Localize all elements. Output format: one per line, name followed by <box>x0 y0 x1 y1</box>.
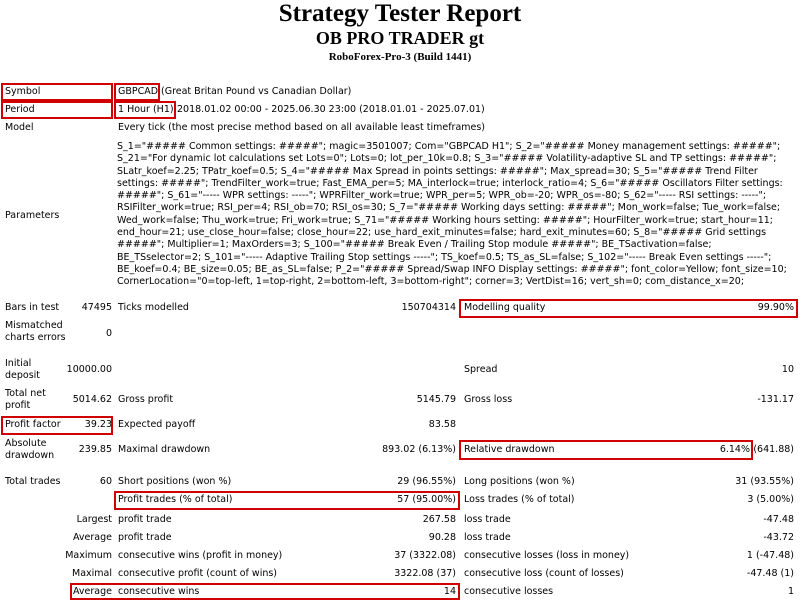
report-title: Strategy Tester Report <box>278 0 522 27</box>
max-consecutive-losses-value: 1 (-47.48) <box>746 550 794 561</box>
average-loss-trade-label: loss trade <box>464 532 511 543</box>
total-trades-label: Total trades <box>5 476 61 487</box>
loss-trades-value: 3 (5.00%) <box>747 494 794 505</box>
maximal-consecutive-profit-label: consecutive profit (count of wins) <box>118 568 278 579</box>
model-label: Model <box>5 122 34 133</box>
gross-profit-value: 5145.79 <box>416 394 456 405</box>
maximal-label: Maximal <box>72 568 112 579</box>
highlight-average-consecutive-wins <box>70 583 460 600</box>
gross-loss-label: Gross loss <box>464 394 513 405</box>
relative-drawdown-money: (641.88) <box>753 444 794 455</box>
parameters-value: S_1="##### Common settings: #####"; magi… <box>117 141 787 288</box>
bars-label: Bars in test <box>5 302 60 313</box>
maximal-consecutive-loss-label: consecutive loss (count of losses) <box>464 568 624 579</box>
maximum-label: Maximum <box>65 550 112 561</box>
average-profit-trade-label: profit trade <box>118 532 172 543</box>
largest-loss-trade-value: -47.48 <box>763 514 794 525</box>
mismatch-value: 0 <box>105 328 112 339</box>
max-consecutive-wins-value: 37 (3322.08) <box>394 550 456 561</box>
ticks-label: Ticks modelled <box>118 302 189 313</box>
loss-trades-label: Loss trades (% of total) <box>464 494 575 505</box>
spread-label: Spread <box>464 364 498 375</box>
highlight-period-label <box>1 101 113 119</box>
maximal-consecutive-loss-value: -47.48 (1) <box>746 568 794 579</box>
largest-profit-trade-label: profit trade <box>118 514 172 525</box>
total-trades-value: 60 <box>99 476 112 487</box>
gross-profit-label: Gross profit <box>118 394 174 405</box>
bars-value: 47495 <box>81 302 112 313</box>
period-range: 2018.01.02 00:00 - 2025.06.30 23:00 (201… <box>177 104 485 115</box>
highlight-profit-factor <box>1 416 113 435</box>
short-positions-value: 29 (96.55%) <box>397 476 456 487</box>
average-profit-trade-value: 90.28 <box>428 532 456 543</box>
highlight-relative-drawdown <box>459 440 753 460</box>
spread-value: 10 <box>781 364 794 375</box>
highlight-period-timeframe <box>114 101 176 119</box>
absolute-drawdown-value: 239.85 <box>78 444 112 455</box>
maximal-drawdown-value: 893.02 (6.13%) <box>382 444 456 455</box>
server-build: RoboForex-Pro-3 (Build 1441) <box>328 51 472 63</box>
long-positions-label: Long positions (won %) <box>464 476 575 487</box>
highlight-modelling-quality <box>459 299 798 318</box>
highlight-symbol-code <box>114 83 160 101</box>
deposit-value: 10000.00 <box>66 364 112 375</box>
average-consecutive-losses-label: consecutive losses <box>464 586 554 597</box>
short-positions-label: Short positions (won %) <box>118 476 232 487</box>
expected-payoff-value: 83.58 <box>428 419 456 430</box>
largest-label: Largest <box>76 514 112 525</box>
maximal-consecutive-profit-value: 3322.08 (37) <box>394 568 456 579</box>
expected-payoff-label: Expected payoff <box>118 419 196 430</box>
max-consecutive-wins-label: consecutive wins (profit in money) <box>118 550 283 561</box>
highlight-profit-trades <box>114 491 460 510</box>
average-label: Average <box>72 532 112 543</box>
parameters-label: Parameters <box>5 210 60 221</box>
total-net-profit-value: 5014.62 <box>72 394 112 405</box>
largest-loss-trade-label: loss trade <box>464 514 511 525</box>
highlight-symbol-label <box>1 83 113 101</box>
model-value: Every tick (the most precise method base… <box>118 122 486 133</box>
gross-loss-value: -131.17 <box>757 394 794 405</box>
symbol-description: (Great Britan Pound vs Canadian Dollar) <box>161 86 352 97</box>
ticks-value: 150704314 <box>401 302 456 313</box>
long-positions-value: 31 (93.55%) <box>735 476 794 487</box>
expert-name: OB PRO TRADER gt <box>315 28 485 48</box>
max-consecutive-losses-label: consecutive losses (loss in money) <box>464 550 630 561</box>
average-loss-trade-value: -43.72 <box>763 532 794 543</box>
average-consecutive-losses-value: 1 <box>787 586 794 597</box>
largest-profit-trade-value: 267.58 <box>422 514 456 525</box>
maximal-drawdown-label: Maximal drawdown <box>118 444 211 455</box>
